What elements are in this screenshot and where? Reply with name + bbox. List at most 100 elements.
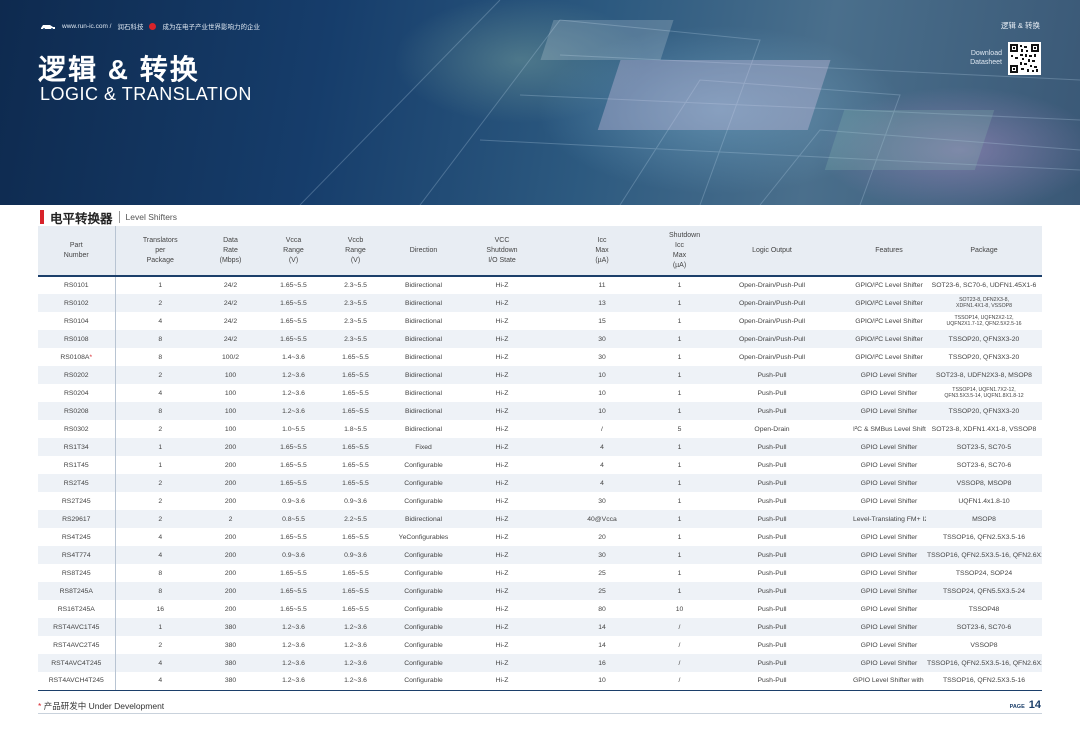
cell-text: GPIO/I²C Level Shifter (855, 299, 923, 307)
table-cell: 200 (205, 564, 256, 582)
table-cell: 2 (115, 636, 205, 654)
table-cell: TSSOP16, QFN2.5X3.5-16 (926, 672, 1042, 691)
table-row: RS29617 2 2 0.8~5.5 2.2~5.5 Bidirectional Hi-Z… (38, 510, 1042, 528)
table-cell: YeConfigurables (380, 528, 467, 546)
table-cell: Configurable (380, 492, 467, 510)
section-title-cn: 电平转换器 (50, 211, 113, 226)
table-cell: 100 (205, 366, 256, 384)
table-cell: 10 (537, 384, 667, 402)
table-cell: 1.65~5.5 (331, 456, 380, 474)
cell-text: Hi-Z (495, 623, 509, 631)
cell-text: 30 (598, 551, 606, 559)
cell-text: Hi-Z (495, 587, 509, 595)
table-cell: 0.9~3.6 (256, 546, 331, 564)
table-cell: 1 (667, 546, 692, 564)
cell-text: Push-Pull (757, 623, 787, 631)
cell-text: 200 (224, 551, 237, 559)
cell-text: GPIO Level Shifter (860, 461, 918, 469)
cell-text: Hi-Z (495, 282, 509, 289)
cell-text: 1 (677, 371, 682, 379)
cell-text: / (601, 425, 603, 433)
download-datasheet-link[interactable]: Download Datasheet (958, 49, 1002, 67)
cell-text: 200 (224, 443, 237, 451)
column-header-logic-output: Logic Output (692, 226, 852, 277)
site-url[interactable]: www.run-ic.com / (62, 23, 111, 30)
cell-text: MSOP8 (972, 515, 996, 523)
table-cell: GPIO Level Shifter (852, 546, 926, 564)
table-cell: 13 (537, 294, 667, 312)
cell-text: GPIO/I²C Level Shifter (855, 317, 923, 325)
cell-text: Bidirectional (404, 353, 443, 361)
cell-text: Push-Pull (757, 461, 787, 469)
cell-text: 2 (158, 371, 163, 379)
table-cell: 25 (537, 564, 667, 582)
table-cell: 1 (667, 276, 692, 294)
table-cell: 380 (205, 654, 256, 672)
table-cell: 1 (667, 456, 692, 474)
table-row: RS1T34 1 200 1.65~5.5 1.65~5.5 Fixed Hi-Z 4 1 Pus… (38, 438, 1042, 456)
table-cell: 2 (115, 474, 205, 492)
table-cell: Push-Pull (692, 528, 852, 546)
table-cell: GPIO Level Shifter (852, 564, 926, 582)
table-cell: GPIO Level Shifter (852, 474, 926, 492)
qr-code-icon[interactable] (1008, 42, 1041, 75)
cell-text: 1.2~3.6 (344, 677, 367, 685)
table-cell: 1 (115, 618, 205, 636)
table-cell: 0.9~3.6 (331, 492, 380, 510)
table-cell: 1 (667, 510, 692, 528)
table-cell: TSSOP14, UQFN2X2-12, UQFN2X1.7-12, QFN2.… (926, 312, 1042, 330)
cell-text: GPIO Level Shifter with Bus Hold (853, 677, 926, 685)
brand-slogan: 成为在电子产业世界影响力的企业 (162, 24, 260, 31)
table-cell: 1.65~5.5 (256, 438, 331, 456)
cell-text: Open-Drain/Push-Pull (738, 353, 806, 361)
cell-text: 20 (598, 533, 606, 541)
cell-text: 4 (600, 479, 604, 487)
cell-text: 200 (224, 497, 237, 505)
table-cell: 8 (115, 582, 205, 600)
table-cell: Bidirectional (380, 312, 467, 330)
table-cell: Hi-Z (467, 366, 537, 384)
cell-text: Push-Pull (757, 389, 787, 397)
footnote-mark: * (38, 701, 42, 711)
table-cell: Configurable (380, 618, 467, 636)
cell-text: Hi-Z (495, 461, 509, 469)
cell-text: 1.65~5.5 (280, 587, 307, 595)
cell-text: Push-Pull (757, 677, 787, 685)
table-cell: 1.0~5.5 (256, 420, 331, 438)
table-cell: Hi-Z (467, 510, 537, 528)
table-cell: 1 (667, 402, 692, 420)
table-cell: I²C & SMBus Level Shifter (852, 420, 926, 438)
table-cell: 1.65~5.5 (331, 438, 380, 456)
cell-text: Hi-Z (495, 605, 509, 613)
table-cell: GPIO/I²C Level Shifter (852, 330, 926, 348)
table-cell: 200 (205, 582, 256, 600)
table-cell: 24/2 (205, 312, 256, 330)
table-cell: 25 (537, 582, 667, 600)
cell-text: UQFN1.4x1.8-10 (958, 497, 1010, 505)
table-cell: VSSOP8, MSOP8 (926, 474, 1042, 492)
table-cell: Bidirectional (380, 276, 467, 294)
cell-text: 1.2~3.6 (282, 623, 305, 631)
cell-text: Hi-Z (495, 389, 509, 397)
table-cell: 1 (667, 528, 692, 546)
table-cell: 24/2 (205, 330, 256, 348)
table-row: RS2T245 2 200 0.9~3.6 0.9~3.6 Configurable Hi-… (38, 492, 1042, 510)
table-cell: 200 (205, 528, 256, 546)
cell-text: Hi-Z (495, 299, 509, 307)
table-cell: 1.65~5.5 (256, 276, 331, 294)
table-cell: 11 (537, 276, 667, 294)
table-cell: GPIO/I²C Level Shifter (852, 348, 926, 366)
table-cell: GPIO Level Shifter (852, 384, 926, 402)
table-cell: 0.8~5.5 (256, 510, 331, 528)
table-row: RS0208 8 100 1.2~3.6 1.65~5.5 Bidirectional Hi… (38, 402, 1042, 420)
cell-text: 1.65~5.5 (342, 389, 369, 397)
cell-text: SOT23-5, SC70-5 (956, 443, 1012, 451)
cell-text: 100 (224, 371, 237, 379)
cell-text: SOT23-8, UDFN2X3-8, MSOP8 (936, 371, 1032, 379)
part-number-cell: RS0104 (38, 312, 116, 330)
cell-text: 2.3~5.5 (344, 335, 367, 343)
table-cell: Hi-Z (467, 474, 537, 492)
column-header-shutdown-state: VCC Shutdown I/O State (467, 226, 537, 277)
cell-text: 1.2~3.6 (344, 641, 367, 649)
cell-text: 1.65~5.5 (342, 479, 369, 487)
